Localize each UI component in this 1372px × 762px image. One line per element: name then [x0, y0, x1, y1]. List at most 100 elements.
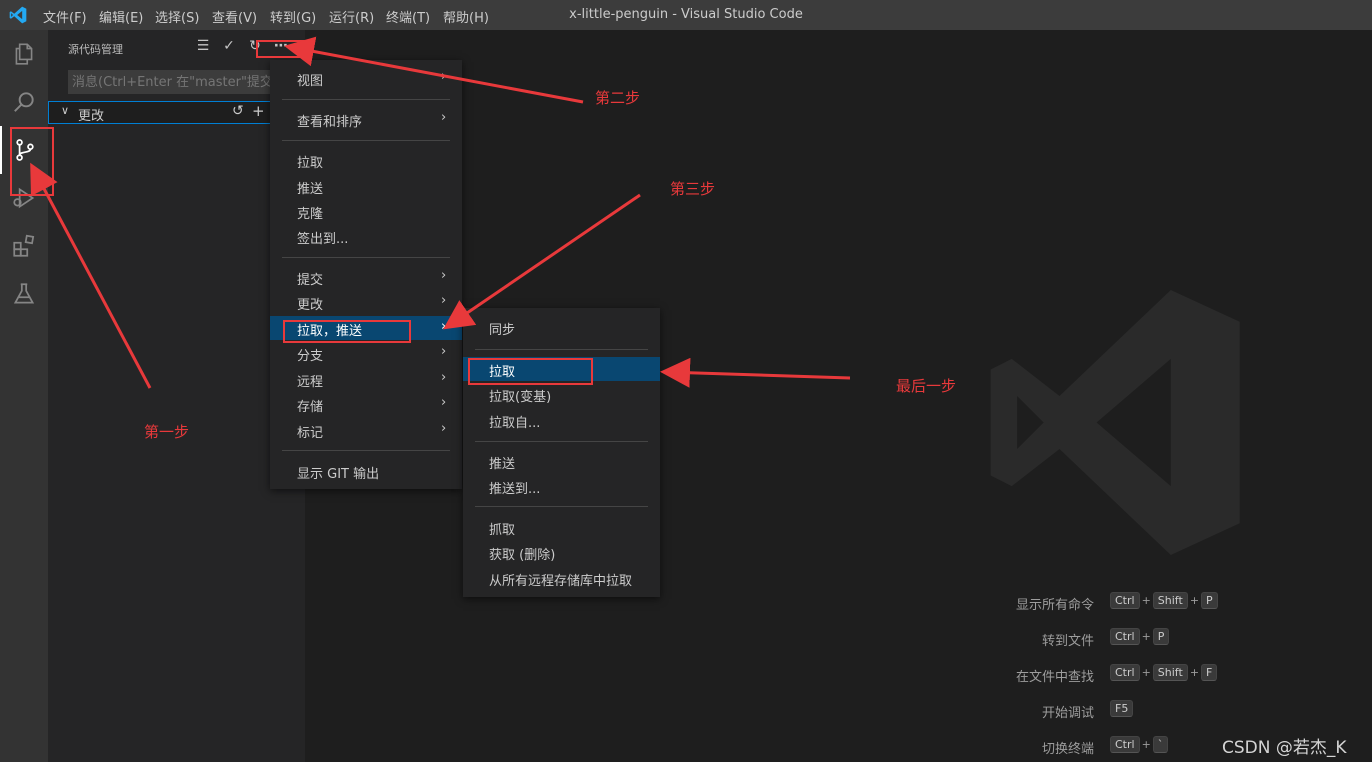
menu-item-label: 拉取自... — [489, 416, 541, 431]
menu-item-label: 抓取 — [489, 523, 516, 538]
chevron-right-icon: › — [441, 370, 447, 385]
key: ` — [1152, 736, 1169, 753]
source-control-more-menu: 视图 › 查看和排序 › 拉取 推送 克隆 签出到... 提交 › 更改 › 拉取，推送… — [270, 60, 462, 489]
chevron-right-icon: › — [441, 110, 447, 125]
menu-item-label: 拉取(变基) — [489, 390, 552, 405]
chevron-down-icon[interactable]: ∨ — [61, 104, 69, 117]
annotation-box-final — [468, 358, 593, 385]
menu-item-label: 提交 — [297, 273, 324, 288]
submenu-item-push-to[interactable]: 推送到... — [463, 474, 660, 498]
annotation-box-step1 — [10, 127, 54, 196]
menu-item-label: 推送 — [297, 182, 324, 197]
menu-item-commit[interactable]: 提交 › — [270, 265, 462, 289]
annotation-box-step2 — [256, 40, 310, 58]
menu-item-label: 同步 — [489, 323, 516, 338]
menu-separator — [475, 349, 648, 350]
chevron-right-icon: › — [441, 421, 447, 436]
key: F5 — [1110, 700, 1134, 717]
menu-item-label: 从所有远程存储库中拉取 — [489, 574, 633, 589]
shortcut-label: 切换终端 — [1041, 742, 1094, 757]
menu-item-label: 拉取 — [297, 156, 324, 171]
commit-check-icon[interactable]: ✓ — [220, 38, 238, 56]
menu-item-label: 推送 — [489, 457, 516, 472]
menu-item-remote[interactable]: 远程 › — [270, 367, 462, 391]
menu-item-push[interactable]: 推送 — [270, 174, 462, 198]
menu-item-checkout[interactable]: 签出到... — [270, 224, 462, 248]
source-control-sidebar: 源代码管理 ☰ ✓ ↻ ⋯ ∨ 更改 ↺ + — [48, 30, 305, 762]
menu-item-stash[interactable]: 存储 › — [270, 392, 462, 416]
shortcut-start-debugging: 开始调试 F5 — [960, 699, 1250, 721]
annotation-step1: 第一步 — [144, 423, 190, 441]
submenu-item-fetch[interactable]: 抓取 — [463, 515, 660, 539]
menu-item-branch[interactable]: 分支 › — [270, 341, 462, 365]
menu-item-label: 克隆 — [297, 207, 324, 222]
chevron-right-icon: › — [441, 268, 447, 283]
chevron-right-icon: › — [441, 69, 447, 84]
key: Ctrl — [1110, 736, 1140, 753]
explorer-button[interactable] — [0, 30, 48, 78]
extensions-button[interactable] — [0, 222, 48, 270]
menu-item-label: 分支 — [297, 349, 324, 364]
menu-separator — [282, 257, 450, 258]
menu-item-label: 远程 — [297, 375, 324, 390]
chevron-right-icon: › — [441, 395, 447, 410]
menu-separator — [282, 140, 450, 141]
pull-push-submenu: 同步 拉取 拉取(变基) 拉取自... 推送 推送到... 抓取 获取 (删除)… — [463, 308, 660, 597]
shortcut-toggle-terminal: 切换终端 Ctrl + ` — [960, 735, 1250, 757]
shortcut-keys: Ctrl + Shift + F — [1108, 664, 1219, 681]
menu-item-clone[interactable]: 克隆 — [270, 199, 462, 223]
menu-item-view-and-sort[interactable]: 查看和排序 › — [270, 107, 462, 131]
shortcut-keys: Ctrl + Shift + P — [1108, 592, 1220, 609]
chevron-right-icon: › — [441, 319, 447, 334]
key: Ctrl — [1110, 664, 1140, 681]
menu-separator — [475, 506, 648, 507]
menu-item-changes[interactable]: 更改 › — [270, 290, 462, 314]
menu-item-label: 标记 — [297, 426, 324, 441]
testing-button[interactable] — [0, 270, 48, 318]
changes-group[interactable]: ∨ 更改 ↺ + — [48, 101, 271, 124]
extensions-icon — [13, 234, 35, 257]
menu-item-tags[interactable]: 标记 › — [270, 418, 462, 442]
files-icon — [15, 43, 33, 65]
annotation-box-step3 — [283, 320, 411, 343]
shortcut-label: 转到文件 — [1041, 634, 1094, 649]
commit-message-input[interactable] — [68, 70, 286, 94]
search-button[interactable] — [0, 78, 48, 126]
sidebar-title: 源代码管理 — [68, 43, 123, 56]
menu-item-show-git-output[interactable]: 显示 GIT 输出 — [270, 459, 462, 483]
discard-all-icon[interactable]: ↺ — [232, 103, 244, 119]
chevron-right-icon: › — [441, 293, 447, 308]
submenu-item-push[interactable]: 推送 — [463, 449, 660, 473]
key: Shift — [1152, 664, 1188, 681]
menu-item-label: 签出到... — [297, 232, 349, 247]
key: Ctrl — [1110, 592, 1140, 609]
stage-all-icon[interactable]: + — [252, 102, 265, 120]
key: P — [1152, 628, 1170, 645]
title-bar: 文件(F) 编辑(E) 选择(S) 查看(V) 转到(G) 运行(R) 终端(T… — [0, 0, 1372, 30]
menu-item-label: 视图 — [297, 74, 324, 89]
menu-item-view[interactable]: 视图 › — [270, 66, 462, 90]
chevron-right-icon: › — [441, 344, 447, 359]
view-as-tree-icon[interactable]: ☰ — [194, 38, 212, 56]
submenu-item-fetch-prune[interactable]: 获取 (删除) — [463, 540, 660, 564]
key: Shift — [1152, 592, 1188, 609]
shortcut-show-commands: 显示所有命令 Ctrl + Shift + P — [960, 591, 1250, 613]
submenu-item-pull-all-remotes[interactable]: 从所有远程存储库中拉取 — [463, 566, 660, 590]
menu-separator — [282, 450, 450, 451]
annotation-final: 最后一步 — [896, 377, 957, 395]
vscode-watermark-logo-icon — [990, 290, 1240, 555]
flask-icon — [13, 283, 35, 304]
shortcut-keys: Ctrl + ` — [1108, 736, 1170, 753]
menu-item-label: 存储 — [297, 400, 324, 415]
annotation-step2: 第二步 — [595, 89, 641, 107]
menu-item-label: 获取 (删除) — [489, 548, 556, 563]
shortcut-keys: F5 — [1108, 700, 1135, 717]
key: Ctrl — [1110, 628, 1140, 645]
submenu-item-pull-from[interactable]: 拉取自... — [463, 408, 660, 432]
window-title: x-little-penguin - Visual Studio Code — [569, 7, 803, 22]
submenu-item-pull-rebase[interactable]: 拉取(变基) — [463, 382, 660, 406]
menu-item-pull[interactable]: 拉取 — [270, 148, 462, 172]
submenu-item-sync[interactable]: 同步 — [463, 315, 660, 339]
shortcut-label: 开始调试 — [1041, 706, 1094, 721]
menu-separator — [475, 441, 648, 442]
